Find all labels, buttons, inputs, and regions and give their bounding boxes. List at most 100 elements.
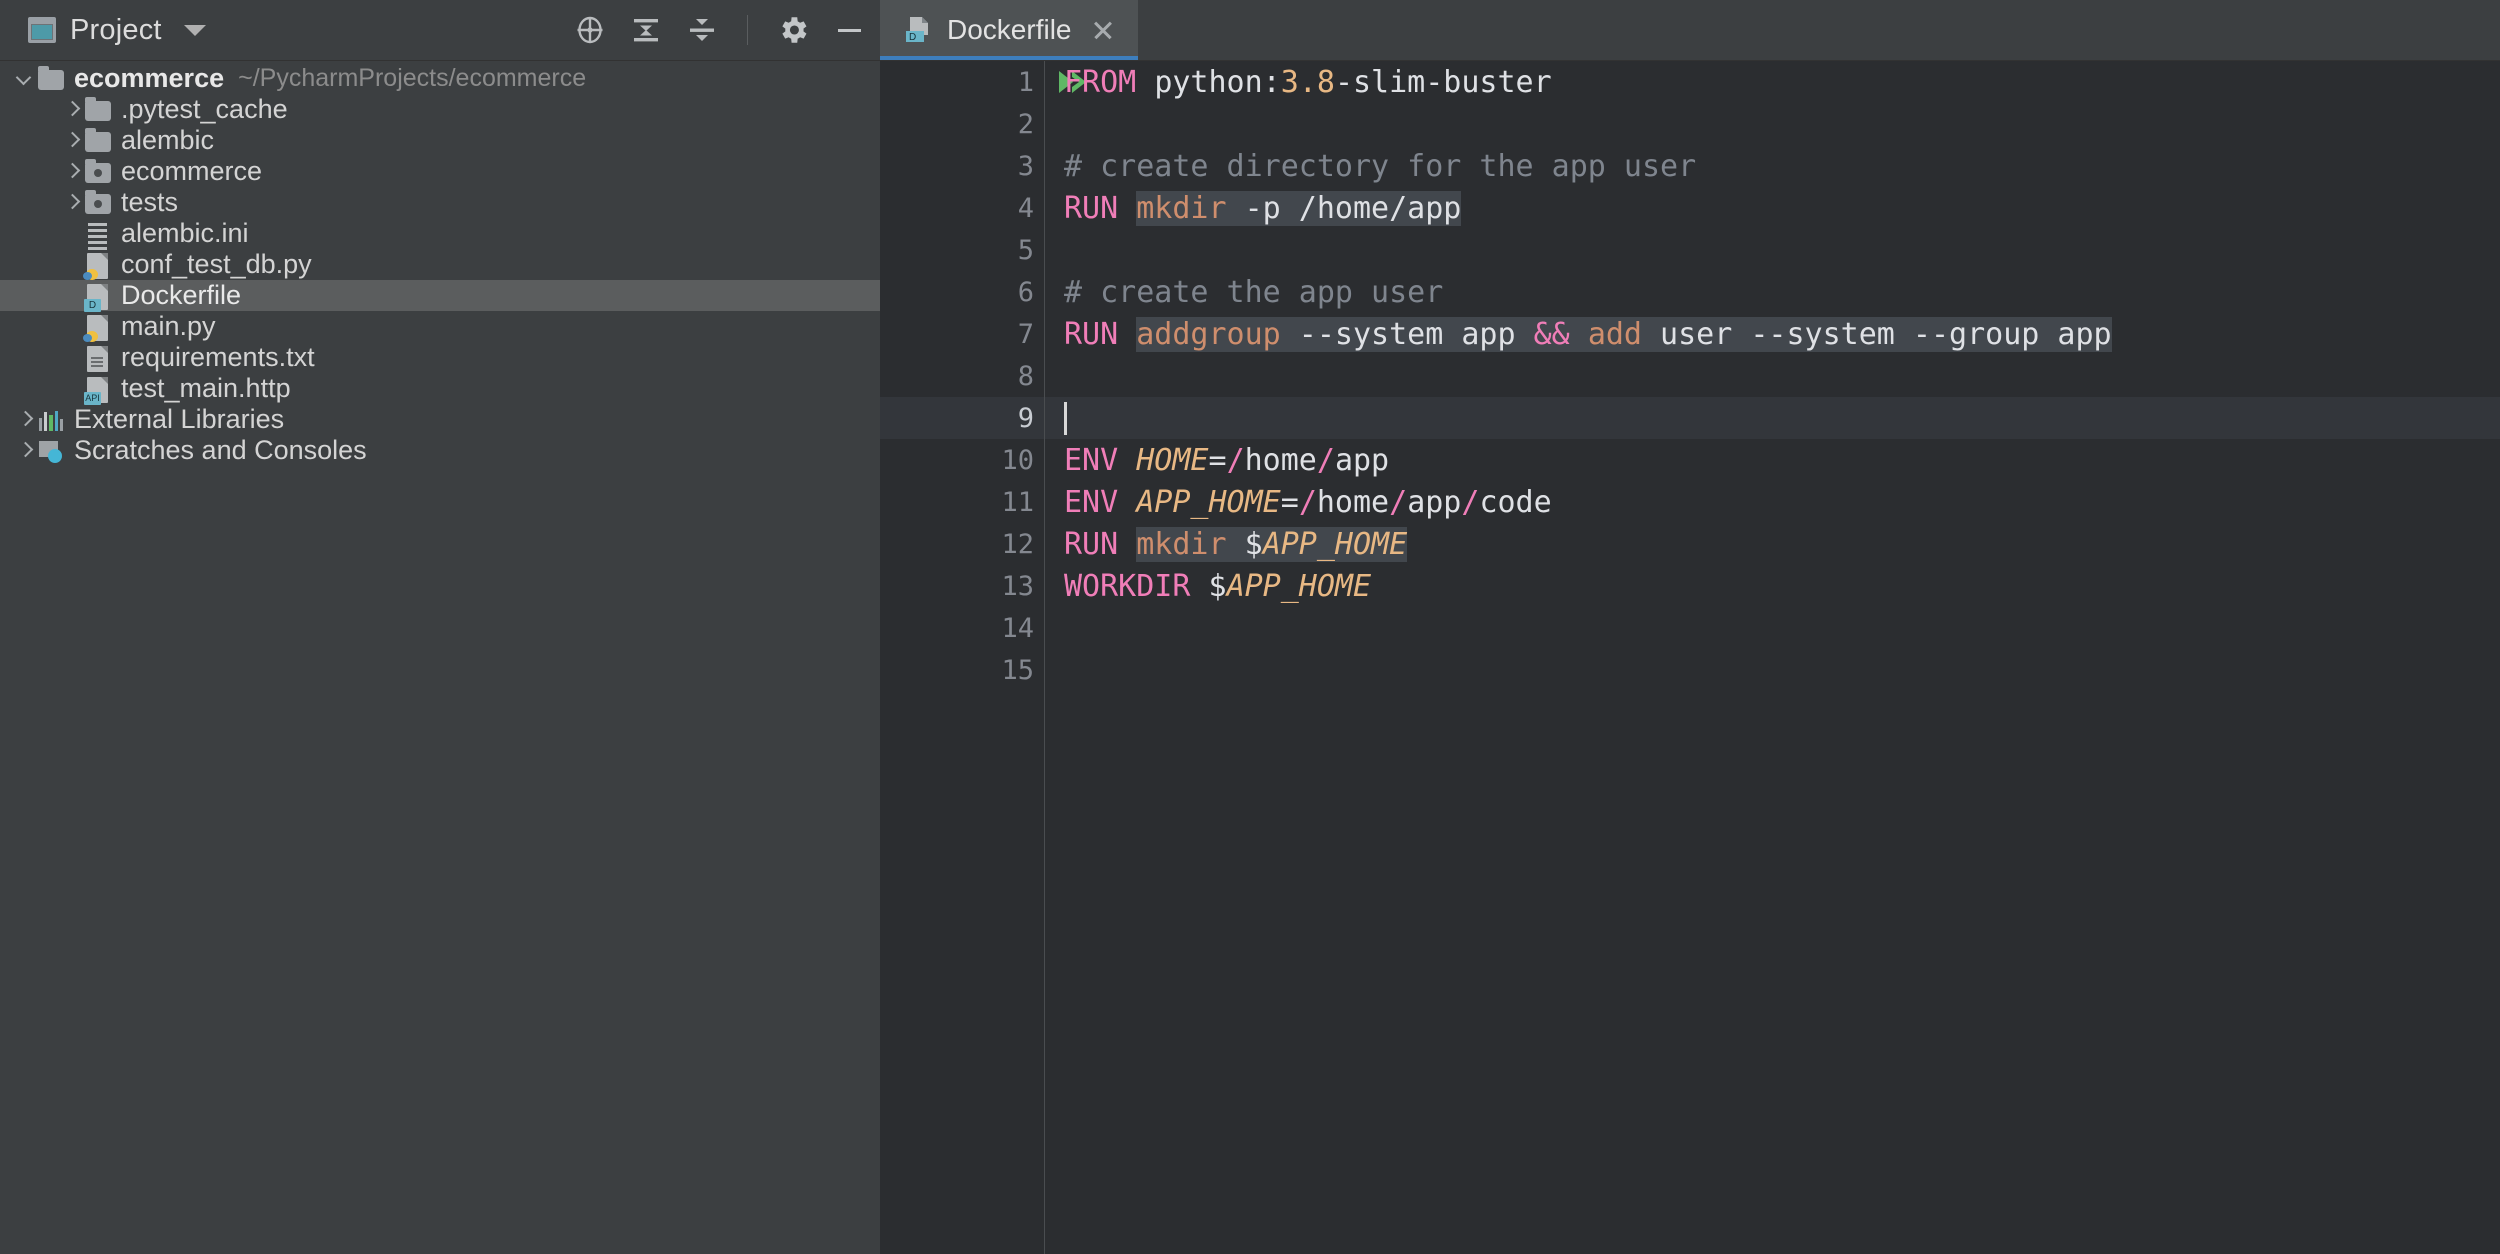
line-number[interactable]: 13 <box>880 565 1044 607</box>
tree-spacer <box>61 285 83 307</box>
code-token: app <box>1407 485 1461 520</box>
code-token: = <box>1209 443 1227 478</box>
code-line[interactable] <box>1045 355 2500 397</box>
line-number-gutter[interactable]: 123456789101112131415 <box>880 61 1045 1254</box>
tree-item-label: main.py <box>121 311 216 342</box>
code-line[interactable]: RUN addgroup --system app && add user --… <box>1045 313 2500 355</box>
tree-item-label: alembic <box>121 125 214 156</box>
code-line[interactable] <box>1045 649 2500 691</box>
code-token: WORKDIR <box>1064 569 1190 604</box>
tree-item-alembic[interactable]: alembic <box>0 125 880 156</box>
svg-text:D: D <box>909 32 916 43</box>
code-token: / <box>1317 443 1335 478</box>
code-token <box>1190 569 1208 604</box>
tree-item-label: Dockerfile <box>121 280 241 311</box>
chevron-right-icon[interactable] <box>61 192 83 214</box>
source-folder-icon <box>83 191 113 215</box>
code-token: APP_HOME <box>1136 485 1281 520</box>
tree-item-dockerfile[interactable]: DDockerfile <box>0 280 880 311</box>
line-number[interactable]: 4 <box>880 187 1044 229</box>
folder-icon <box>83 129 113 153</box>
code-line[interactable]: ENV APP_HOME=/home/app/code <box>1045 481 2500 523</box>
line-number[interactable]: 3 <box>880 145 1044 187</box>
tree-item-external-libraries[interactable]: External Libraries <box>0 404 880 435</box>
tree-item-scratches-and-consoles[interactable]: Scratches and Consoles <box>0 435 880 466</box>
code-line[interactable]: FROM python:3.8-slim-buster <box>1045 61 2500 103</box>
tree-item-test-main-http[interactable]: APItest_main.http <box>0 373 880 404</box>
line-number[interactable]: 15 <box>880 649 1044 691</box>
line-number[interactable]: 2 <box>880 103 1044 145</box>
chevron-right-icon[interactable] <box>61 99 83 121</box>
chevron-right-icon[interactable] <box>14 440 36 462</box>
code-token: / <box>1299 485 1317 520</box>
chevron-right-icon[interactable] <box>61 161 83 183</box>
code-token <box>1118 485 1136 520</box>
chevron-down-icon[interactable] <box>14 68 36 90</box>
tree-item-tests[interactable]: tests <box>0 187 880 218</box>
tree-item-requirements-txt[interactable]: requirements.txt <box>0 342 880 373</box>
dockerfile-icon: D <box>904 16 934 44</box>
code-token <box>1118 191 1136 226</box>
tree-item-ecommerce[interactable]: ecommerce <box>0 156 880 187</box>
tree-item-ecommerce[interactable]: ecommerce~/PycharmProjects/ecommerce <box>0 63 880 94</box>
tree-item-label: .pytest_cache <box>121 94 288 125</box>
tree-item-label: Scratches and Consoles <box>74 435 367 466</box>
project-window-icon <box>28 17 56 43</box>
line-number[interactable]: 11 <box>880 481 1044 523</box>
code-token: ENV <box>1064 485 1118 520</box>
tree-spacer <box>61 347 83 369</box>
settings-gear-icon[interactable] <box>776 13 810 47</box>
tab-dockerfile[interactable]: D Dockerfile <box>880 0 1138 60</box>
editor-tab-bar: D Dockerfile <box>880 0 2500 61</box>
chevron-right-icon[interactable] <box>61 130 83 152</box>
code-token: RUN <box>1064 317 1118 352</box>
line-number[interactable]: 8 <box>880 355 1044 397</box>
tree-spacer <box>61 223 83 245</box>
chevron-right-icon[interactable] <box>14 409 36 431</box>
line-number[interactable]: 12 <box>880 523 1044 565</box>
chevron-down-icon[interactable] <box>184 25 206 36</box>
code-token: # create directory for the app user <box>1064 149 1696 184</box>
code-line[interactable]: RUN mkdir $APP_HOME <box>1045 523 2500 565</box>
code-token: = <box>1281 485 1299 520</box>
code-line[interactable] <box>1045 103 2500 145</box>
code-line[interactable]: # create directory for the app user <box>1045 145 2500 187</box>
expand-all-icon[interactable] <box>629 13 663 47</box>
tree-item-alembic-ini[interactable]: alembic.ini <box>0 218 880 249</box>
python-file-icon <box>83 315 113 339</box>
code-token <box>1570 317 1588 352</box>
collapse-all-icon[interactable] <box>685 13 719 47</box>
code-editor[interactable]: 123456789101112131415 FROM python:3.8-sl… <box>880 61 2500 1254</box>
code-line[interactable] <box>1045 229 2500 271</box>
hide-panel-icon[interactable] <box>832 13 866 47</box>
code-token: --system app <box>1281 317 1534 352</box>
line-number[interactable]: 6 <box>880 271 1044 313</box>
code-line[interactable] <box>1045 607 2500 649</box>
code-line[interactable]: # create the app user <box>1045 271 2500 313</box>
code-token: -p /home/app <box>1227 191 1462 226</box>
code-line[interactable]: RUN mkdir -p /home/app <box>1045 187 2500 229</box>
project-file-tree[interactable]: ecommerce~/PycharmProjects/ecommerce.pyt… <box>0 61 880 1254</box>
code-token: / <box>1461 485 1479 520</box>
line-number[interactable]: 14 <box>880 607 1044 649</box>
line-number[interactable]: 1 <box>880 61 1044 103</box>
project-title-group[interactable]: Project <box>28 14 206 47</box>
source-folder-icon <box>83 160 113 184</box>
tree-item-main-py[interactable]: main.py <box>0 311 880 342</box>
code-line[interactable]: WORKDIR $APP_HOME <box>1045 565 2500 607</box>
code-line[interactable]: ENV HOME=/home/app <box>1045 439 2500 481</box>
code-line[interactable] <box>1045 397 2500 439</box>
code-content[interactable]: FROM python:3.8-slim-buster # create dire… <box>1045 61 2500 1254</box>
line-number[interactable]: 9 <box>880 397 1044 439</box>
python-file-icon <box>83 253 113 277</box>
line-number[interactable]: 10 <box>880 439 1044 481</box>
select-opened-file-icon[interactable] <box>573 13 607 47</box>
tree-item-conf-test-db-py[interactable]: conf_test_db.py <box>0 249 880 280</box>
close-icon[interactable] <box>1090 17 1116 43</box>
code-token: RUN <box>1064 527 1118 562</box>
code-token: $ <box>1209 569 1227 604</box>
line-number[interactable]: 7 <box>880 313 1044 355</box>
text-file-icon <box>83 346 113 370</box>
tree-item-pytest-cache[interactable]: .pytest_cache <box>0 94 880 125</box>
line-number[interactable]: 5 <box>880 229 1044 271</box>
